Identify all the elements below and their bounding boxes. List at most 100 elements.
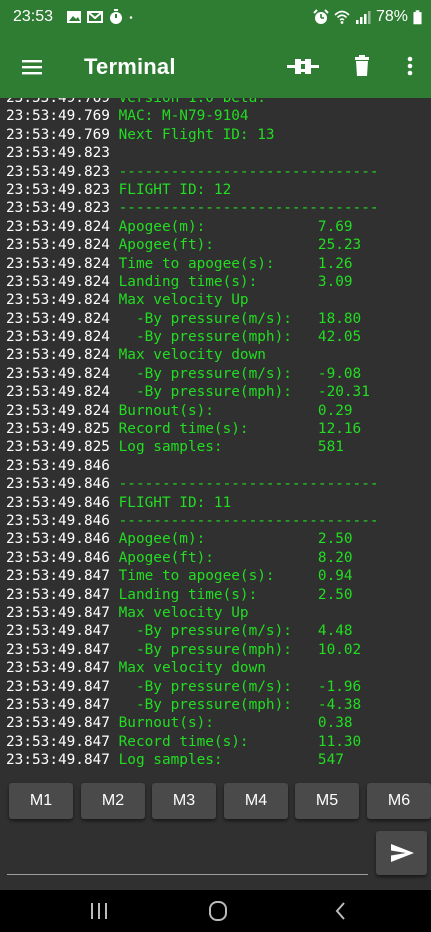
command-input[interactable] bbox=[7, 835, 368, 875]
terminal-line: 23:53:49.847 -By pressure(m/s): -1.96 bbox=[6, 678, 379, 696]
line-message: Time to apogee(s): 1.26 bbox=[109, 255, 353, 272]
line-message: Max velocity Up bbox=[109, 604, 249, 621]
line-timestamp: 23:53:49.846 bbox=[6, 457, 110, 474]
line-message: Landing time(s): 3.09 bbox=[109, 273, 353, 290]
line-timestamp: 23:53:49.824 bbox=[6, 384, 110, 401]
terminal-line: 23:53:49.824 Apogee(m): 7.69 bbox=[6, 218, 379, 236]
system-icons: 78% bbox=[313, 7, 422, 27]
line-timestamp: 23:53:49.847 bbox=[6, 586, 110, 603]
terminal-line: 23:53:49.824 Apogee(ft): 25.23 bbox=[6, 236, 379, 254]
timer-icon bbox=[110, 9, 122, 24]
line-message: -By pressure(m/s): 18.80 bbox=[109, 310, 362, 327]
line-message: ------------------------------ bbox=[109, 163, 379, 180]
line-message: ------------------------------ bbox=[109, 512, 379, 529]
line-timestamp: 23:53:49.847 bbox=[6, 568, 110, 585]
line-message: Log samples: 547 bbox=[109, 752, 344, 769]
macro-button-m5[interactable]: M5 bbox=[295, 783, 359, 819]
line-message: -By pressure(mph): 10.02 bbox=[109, 641, 362, 658]
send-button[interactable] bbox=[376, 831, 427, 875]
terminal-line: 23:53:49.824 -By pressure(m/s): 18.80 bbox=[6, 310, 379, 328]
line-timestamp: 23:53:49.823 bbox=[6, 163, 110, 180]
gallery-icon bbox=[67, 11, 81, 23]
line-message: -By pressure(m/s): 4.48 bbox=[109, 623, 353, 640]
terminal-line: 23:53:49.846 ---------------------------… bbox=[6, 512, 379, 530]
line-message: Record time(s): 11.30 bbox=[109, 733, 362, 750]
line-timestamp: 23:53:49.847 bbox=[6, 733, 110, 750]
terminal-line: 23:53:49.847 Burnout(s): 0.38 bbox=[6, 714, 379, 732]
menu-icon[interactable] bbox=[14, 50, 48, 84]
line-timestamp: 23:53:49.847 bbox=[6, 623, 110, 640]
line-message: Burnout(s): 0.38 bbox=[109, 715, 353, 732]
line-message: FLIGHT ID: 12 bbox=[109, 181, 232, 198]
line-timestamp: 23:53:49.769 bbox=[6, 98, 110, 106]
terminal-line: 23:53:49.823 ---------------------------… bbox=[6, 199, 379, 217]
terminal-line: 23:53:49.824 Time to apogee(s): 1.26 bbox=[6, 255, 379, 273]
line-message: -By pressure(m/s): -9.08 bbox=[109, 365, 362, 382]
terminal-line: 23:53:49.846 ---------------------------… bbox=[6, 475, 379, 493]
line-message: ------------------------------ bbox=[109, 200, 379, 217]
line-timestamp: 23:53:49.847 bbox=[6, 660, 110, 677]
terminal-line: 23:53:49.846 FLIGHT ID: 11 bbox=[6, 494, 379, 512]
line-timestamp: 23:53:49.847 bbox=[6, 715, 110, 732]
phone-screen: 23:53 78% Terminal 23:53:49.769 Version … bbox=[0, 0, 431, 932]
line-message: Apogee(m): 2.50 bbox=[109, 531, 353, 548]
line-timestamp: 23:53:49.847 bbox=[6, 604, 110, 621]
line-message: Apogee(ft): 25.23 bbox=[109, 237, 362, 254]
macro-button-m6[interactable]: M6 bbox=[367, 783, 431, 819]
terminal-line: 23:53:49.847 Time to apogee(s): 0.94 bbox=[6, 567, 379, 585]
terminal-line: 23:53:49.846 Apogee(m): 2.50 bbox=[6, 530, 379, 548]
line-timestamp: 23:53:49.823 bbox=[6, 145, 110, 162]
overflow-menu-icon[interactable] bbox=[394, 50, 426, 82]
line-timestamp: 23:53:49.847 bbox=[6, 641, 110, 658]
terminal-output[interactable]: 23:53:49.769 Version 1.0 beta. 23:53:49.7… bbox=[0, 98, 431, 777]
line-message: -By pressure(mph): -4.38 bbox=[109, 696, 362, 713]
terminal-line: 23:53:49.824 -By pressure(m/s): -9.08 bbox=[6, 365, 379, 383]
line-message: Version 1.0 beta. bbox=[109, 98, 266, 106]
line-timestamp: 23:53:49.847 bbox=[6, 678, 110, 695]
terminal-line: 23:53:49.823 ---------------------------… bbox=[6, 163, 379, 181]
line-timestamp: 23:53:49.846 bbox=[6, 476, 110, 493]
line-timestamp: 23:53:49.824 bbox=[6, 347, 110, 364]
terminal-line: 23:53:49.769 MAC: M-N79-9104 bbox=[6, 107, 379, 125]
terminal-line: 23:53:49.846 bbox=[6, 457, 379, 475]
back-icon[interactable] bbox=[326, 898, 356, 924]
delete-icon[interactable] bbox=[346, 50, 378, 82]
notification-icons bbox=[66, 7, 137, 27]
terminal-line: 23:53:49.824 Max velocity down bbox=[6, 346, 379, 364]
macro-button-m2[interactable]: M2 bbox=[81, 783, 145, 819]
home-icon[interactable] bbox=[203, 898, 233, 924]
line-message: Landing time(s): 2.50 bbox=[109, 586, 353, 603]
recent-apps-icon[interactable] bbox=[84, 898, 114, 924]
line-message: Max velocity down bbox=[109, 347, 266, 364]
line-message: Max velocity down bbox=[109, 660, 266, 677]
terminal-line: 23:53:49.847 Landing time(s): 2.50 bbox=[6, 586, 379, 604]
signal-icon bbox=[355, 11, 371, 24]
line-message: -By pressure(mph): 42.05 bbox=[109, 329, 362, 346]
line-message: -By pressure(mph): -20.31 bbox=[109, 384, 370, 401]
input-row bbox=[0, 827, 431, 890]
terminal-line: 23:53:49.824 Burnout(s): 0.29 bbox=[6, 402, 379, 420]
macro-button-m3[interactable]: M3 bbox=[152, 783, 216, 819]
line-timestamp: 23:53:49.824 bbox=[6, 402, 110, 419]
terminal-line: 23:53:49.823 bbox=[6, 144, 379, 162]
line-message: Apogee(ft): 8.20 bbox=[109, 549, 353, 566]
line-timestamp: 23:53:49.846 bbox=[6, 549, 110, 566]
line-timestamp: 23:53:49.769 bbox=[6, 108, 110, 125]
macro-button-m4[interactable]: M4 bbox=[224, 783, 288, 819]
terminal-line: 23:53:49.824 Max velocity Up bbox=[6, 291, 379, 309]
terminal-lines: 23:53:49.769 Version 1.0 beta. 23:53:49.7… bbox=[6, 98, 379, 769]
terminal-line: 23:53:49.769 Next Flight ID: 13 bbox=[6, 126, 379, 144]
macro-button-m1[interactable]: M1 bbox=[9, 783, 73, 819]
connect-icon[interactable] bbox=[283, 50, 323, 82]
gmail-icon bbox=[87, 11, 103, 23]
line-message: Apogee(m): 7.69 bbox=[109, 218, 353, 235]
line-timestamp: 23:53:49.846 bbox=[6, 531, 110, 548]
line-timestamp: 23:53:49.847 bbox=[6, 752, 110, 769]
line-message: Record time(s): 12.16 bbox=[109, 421, 362, 438]
alarm-icon bbox=[313, 9, 329, 24]
line-timestamp: 23:53:49.769 bbox=[6, 126, 110, 143]
terminal-line: 23:53:49.847 Log samples: 547 bbox=[6, 751, 379, 769]
line-timestamp: 23:53:49.824 bbox=[6, 329, 110, 346]
terminal-line: 23:53:49.847 Record time(s): 11.30 bbox=[6, 733, 379, 751]
terminal-line: 23:53:49.847 -By pressure(mph): -4.38 bbox=[6, 696, 379, 714]
